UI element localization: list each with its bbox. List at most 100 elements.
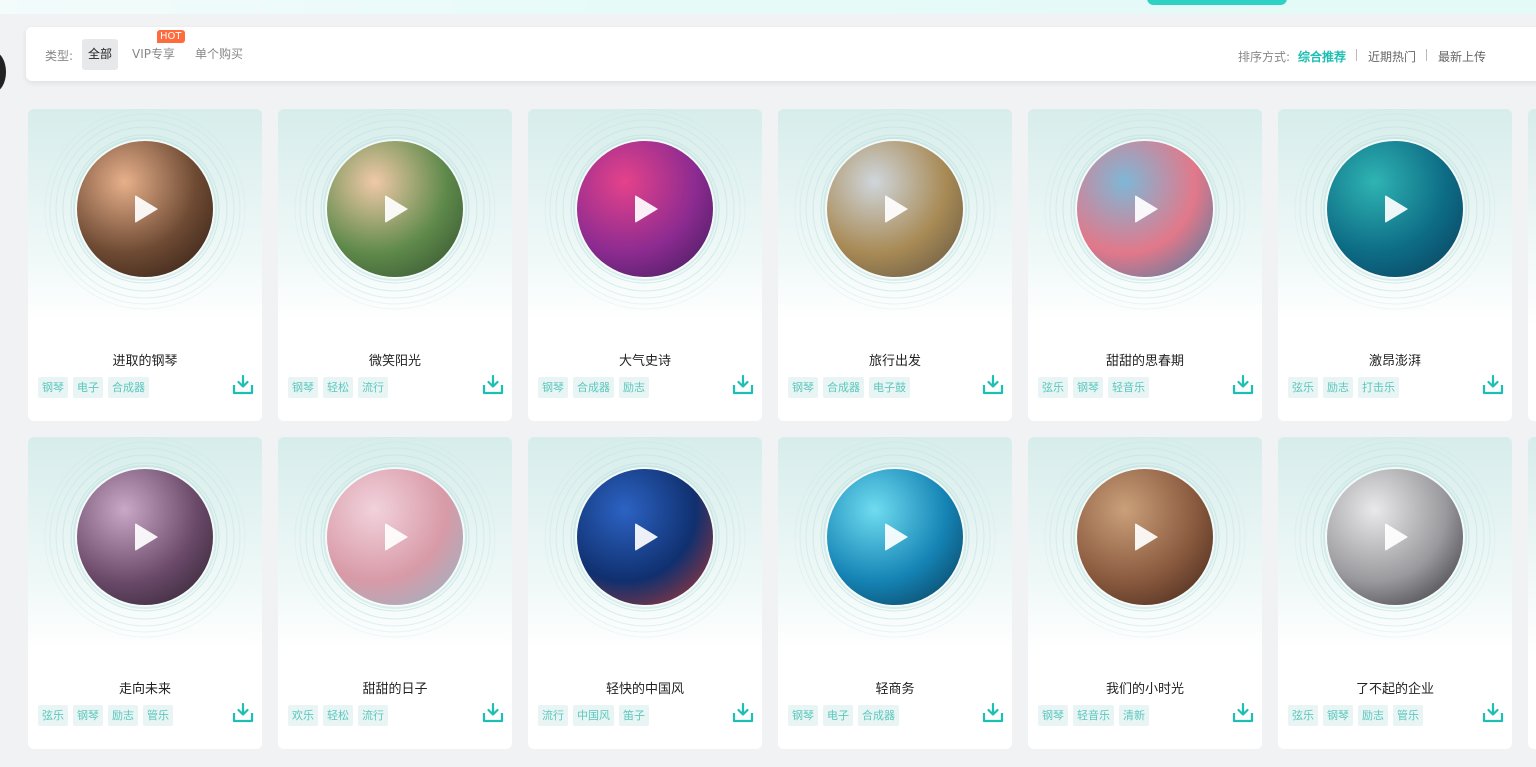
play-icon[interactable] [1135, 523, 1158, 551]
sort-option-newest[interactable]: 最新上传 [1438, 48, 1486, 65]
track-title[interactable]: 甜甜的思春期 [1028, 350, 1262, 369]
track-title[interactable]: 我们的小时光 [1028, 678, 1262, 697]
music-card[interactable]: 激昂澎湃 弦乐 励志 打击乐 [1278, 109, 1512, 421]
cover-image-surfing-wave[interactable] [1327, 141, 1463, 277]
side-floating-button[interactable] [0, 52, 6, 92]
tag[interactable]: 清新 [1119, 705, 1149, 726]
music-card[interactable]: 旅行出发 钢琴 合成器 电子鼓 [778, 109, 1012, 421]
download-icon[interactable] [232, 375, 254, 395]
tag[interactable]: 励志 [1323, 377, 1353, 398]
download-icon[interactable] [982, 375, 1004, 395]
sort-option-recommended[interactable]: 综合推荐 [1298, 48, 1346, 65]
track-title[interactable]: 微笑阳光 [278, 350, 512, 369]
tag[interactable]: 电子鼓 [869, 377, 910, 398]
music-card[interactable]: 甜甜的思春期 弦乐 钢琴 轻音乐 [1028, 109, 1262, 421]
tag[interactable]: 弦乐 [1038, 377, 1068, 398]
cover-image-purple-pink-smoke[interactable] [577, 141, 713, 277]
download-icon[interactable] [1232, 375, 1254, 395]
play-icon[interactable] [1385, 195, 1408, 223]
download-icon[interactable] [1232, 703, 1254, 723]
tag[interactable]: 流行 [358, 377, 388, 398]
play-icon[interactable] [885, 523, 908, 551]
tag[interactable]: 轻松 [323, 377, 353, 398]
tag[interactable]: 弦乐 [1288, 377, 1318, 398]
music-card[interactable]: 微笑阳光 钢琴 轻松 流行 [278, 109, 512, 421]
cover-image-starfish-on-blue-wood[interactable] [1077, 141, 1213, 277]
music-card[interactable]: 大气史诗 钢琴 合成器 励志 [528, 109, 762, 421]
tag[interactable]: 钢琴 [1323, 705, 1353, 726]
cover-image-sunset-climbers[interactable] [77, 141, 213, 277]
cover-image-mountain-road-camper[interactable] [827, 141, 963, 277]
music-card[interactable]: 走向未来 弦乐 钢琴 励志 管乐 [28, 437, 262, 749]
tag[interactable]: 弦乐 [38, 705, 68, 726]
cover-image-success-silhouette[interactable] [77, 469, 213, 605]
download-icon[interactable] [232, 703, 254, 723]
tag[interactable]: 励志 [108, 705, 138, 726]
tag[interactable]: 弦乐 [1288, 705, 1318, 726]
tag[interactable]: 钢琴 [788, 377, 818, 398]
play-icon[interactable] [135, 195, 158, 223]
tag[interactable]: 欢乐 [288, 705, 318, 726]
tag[interactable]: 电子 [823, 705, 853, 726]
play-icon[interactable] [385, 523, 408, 551]
play-icon[interactable] [1385, 523, 1408, 551]
track-title[interactable]: 走向未来 [28, 678, 262, 697]
tag[interactable]: 合成器 [108, 377, 149, 398]
tag[interactable]: 轻松 [323, 705, 353, 726]
type-option-single[interactable]: 单个购买 [195, 39, 243, 70]
tag[interactable]: 钢琴 [288, 377, 318, 398]
tag[interactable]: 轻音乐 [1108, 377, 1149, 398]
tag[interactable]: 电子 [73, 377, 103, 398]
type-option-all[interactable]: 全部 [82, 39, 119, 70]
tag[interactable]: 钢琴 [788, 705, 818, 726]
tag[interactable]: 励志 [619, 377, 649, 398]
type-option-vip[interactable]: VIP专享 [132, 39, 175, 70]
tag[interactable]: 钢琴 [1073, 377, 1103, 398]
music-card[interactable]: 轻商务 钢琴 电子 合成器 [778, 437, 1012, 749]
track-title[interactable]: 轻商务 [778, 678, 1012, 697]
tag[interactable]: 钢琴 [538, 377, 568, 398]
play-icon[interactable] [135, 523, 158, 551]
play-icon[interactable] [1135, 195, 1158, 223]
track-title[interactable]: 了不起的企业 [1278, 678, 1512, 697]
cover-image-hanging-doll-bokeh[interactable] [1077, 469, 1213, 605]
download-icon[interactable] [482, 703, 504, 723]
cover-image-digital-network-hologram[interactable] [827, 469, 963, 605]
download-icon[interactable] [482, 375, 504, 395]
cover-image-business-handshake[interactable] [1327, 469, 1463, 605]
play-icon[interactable] [635, 523, 658, 551]
tag[interactable]: 打击乐 [1358, 377, 1399, 398]
play-icon[interactable] [385, 195, 408, 223]
cover-image-pink-cake-pops[interactable] [327, 469, 463, 605]
music-card[interactable]: 轻快的中国风 流行 中国风 笛子 [528, 437, 762, 749]
tag[interactable]: 流行 [358, 705, 388, 726]
tag[interactable]: 管乐 [1393, 705, 1423, 726]
cover-image-smiling-child-in-flowers[interactable] [327, 141, 463, 277]
tag[interactable]: 轻音乐 [1073, 705, 1114, 726]
track-title[interactable]: 进取的钢琴 [28, 350, 262, 369]
tag[interactable]: 钢琴 [1038, 705, 1068, 726]
cover-image-chinese-lantern-night[interactable] [577, 469, 713, 605]
music-card[interactable]: 我们的小时光 钢琴 轻音乐 清新 [1028, 437, 1262, 749]
track-title[interactable]: 甜甜的日子 [278, 678, 512, 697]
tag[interactable]: 中国风 [573, 705, 614, 726]
tag[interactable]: 合成器 [858, 705, 899, 726]
tag[interactable]: 流行 [538, 705, 568, 726]
tag[interactable]: 励志 [1358, 705, 1388, 726]
play-icon[interactable] [635, 195, 658, 223]
play-icon[interactable] [885, 195, 908, 223]
download-icon[interactable] [1482, 703, 1504, 723]
tag[interactable]: 合成器 [573, 377, 614, 398]
download-icon[interactable] [732, 703, 754, 723]
track-title[interactable]: 激昂澎湃 [1278, 350, 1512, 369]
track-title[interactable]: 大气史诗 [528, 350, 762, 369]
sort-option-hot[interactable]: 近期热门 [1368, 48, 1416, 65]
download-icon[interactable] [1482, 375, 1504, 395]
download-icon[interactable] [732, 375, 754, 395]
music-card[interactable]: 了不起的企业 弦乐 钢琴 励志 管乐 [1278, 437, 1512, 749]
music-card[interactable]: 进取的钢琴 钢琴 电子 合成器 [28, 109, 262, 421]
download-icon[interactable] [982, 703, 1004, 723]
track-title[interactable]: 旅行出发 [778, 350, 1012, 369]
music-card[interactable]: 甜甜的日子 欢乐 轻松 流行 [278, 437, 512, 749]
tag[interactable]: 钢琴 [38, 377, 68, 398]
